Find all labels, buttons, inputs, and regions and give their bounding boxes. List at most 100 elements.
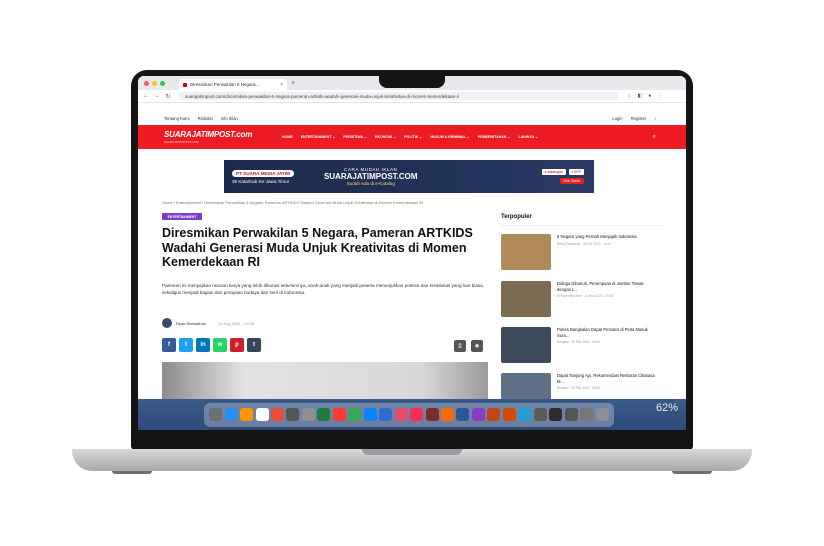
close-tab-icon[interactable]: × [280,82,283,88]
dock-app-icon[interactable] [410,408,424,421]
moon-icon[interactable]: ☾ [654,116,658,121]
dock-app-icon[interactable] [549,408,563,421]
dock-app-icon[interactable] [271,408,285,421]
dock-app-icon[interactable] [363,408,377,421]
article-title: Diresmikan Perwakilan 5 Negara, Pameran … [162,226,473,269]
tab-title: Diresmikan Perwakilan 5 Negara... [190,82,260,87]
dock-app-icon[interactable] [595,408,609,421]
zoom-window-button[interactable] [160,80,165,86]
text-size-icon[interactable]: ◉ [471,340,483,352]
banner-cta-button[interactable]: Klik Disini [559,178,584,184]
banner-company: PT SUARA MEDIA JATIM [232,169,294,177]
screen: Diresmikan Perwakilan 5 Negara... × + ← … [138,76,686,430]
popular-meta: Redaksi · 09 Feb 2024 - 08:00 [557,340,601,344]
pinterest-icon[interactable]: p [230,338,244,352]
article-image [162,362,488,402]
popular-thumb [501,281,551,317]
search-icon[interactable]: ⌕ [653,134,656,141]
nav-politik[interactable]: POLITIK ⌄ [404,135,422,139]
camera-notch [379,74,445,88]
popular-title[interactable]: Dapat Tanjung Api, Rekomendasi Restoran … [557,373,657,384]
whatsapp-icon[interactable]: w [213,338,227,352]
browser-tab[interactable]: Diresmikan Perwakilan 5 Negara... × [179,79,287,90]
laptop-foot-right [672,471,712,474]
article-excerpt: Pameran ini menyajikan ratusan karya yan… [162,283,485,295]
back-icon[interactable]: ← [143,93,149,99]
nav-peristiwa[interactable]: PERISTIWA ⌄ [343,135,367,139]
register-link[interactable]: Register [631,116,647,121]
nav-lainnya[interactable]: LAINNYA ⌄ [519,135,539,139]
popular-item[interactable]: Diduga Dibunuh, Perempuan di Jember Tewa… [501,281,671,319]
bookmark-star-icon[interactable]: ☆ [627,93,631,99]
popular-meta: Retno Setyowati · 06 Oct 2023 - 14:00 [557,241,612,246]
main-navigation: SUARAJATIMPOST.com SUARAJATIMPOST.COM HO… [138,125,686,149]
dock [204,402,614,427]
dock-app-icon[interactable] [502,408,516,421]
nav-home[interactable]: HOME [282,135,293,139]
facebook-icon[interactable]: f [162,338,176,352]
dock-app-icon[interactable] [425,408,439,421]
top-link-redaksi[interactable]: Redaksi [198,116,213,121]
banner-subheadline: Sudah Ada di e-Katalog [346,181,395,186]
dock-app-icon[interactable] [224,408,238,421]
dock-app-icon[interactable] [379,408,393,421]
dock-app-icon[interactable] [332,408,346,421]
dock-app-icon[interactable] [240,408,254,421]
site-logo[interactable]: SUARAJATIMPOST.com SUARAJATIMPOST.COM [164,130,266,144]
ad-banner[interactable]: PT SUARA MEDIA JATIM 38 Kota/Kab Se-Jawa… [224,160,594,193]
lkpp-logo: LKPP [569,169,584,175]
popular-title[interactable]: Polres Bangkalan Dapat Pemotor di Pinta … [557,327,657,338]
avatar[interactable] [162,318,172,328]
extensions-icon[interactable]: ◧ [637,93,642,99]
popular-thumb [501,327,551,363]
linkedin-icon[interactable]: in [196,338,210,352]
dock-app-icon[interactable] [518,408,532,421]
twitter-icon[interactable]: t [179,338,193,352]
nav-entertainment[interactable]: ENTERTAINMENT ⌄ [301,135,336,139]
browser-actions: ☆ ◧ ● ⋮ [627,93,662,99]
dock-app-icon[interactable] [580,408,594,421]
popular-item[interactable]: Polres Bangkalan Dapat Pemotor di Pinta … [501,327,671,365]
close-window-button[interactable] [144,80,149,86]
popular-title[interactable]: 6 Negara yang Pernah Menjajah Indonesia [557,234,657,240]
print-icon[interactable]: ⎙ [454,340,466,352]
dock-app-icon[interactable] [209,408,223,421]
dock-app-icon[interactable] [564,408,578,421]
breadcrumb[interactable]: Home / Entertainment / Diresmikan Perwak… [162,200,602,205]
dock-app-icon[interactable] [394,408,408,421]
dock-app-icon[interactable] [301,408,315,421]
dock-app-icon[interactable] [533,408,547,421]
laptop-groove [362,449,462,455]
new-tab-button[interactable]: + [291,80,295,87]
author-name[interactable]: Ryan Ramadhan [176,321,206,326]
profile-icon[interactable]: ● [648,93,651,99]
nav-hukum[interactable]: HUKUM & KRIMINAL ⌄ [430,135,469,139]
dock-app-icon[interactable] [456,408,470,421]
dock-app-icon[interactable] [255,408,269,421]
dock-app-icon[interactable] [348,408,362,421]
dock-app-icon[interactable] [317,408,331,421]
category-badge[interactable]: ENTERTAINMENT [162,213,202,220]
forward-icon[interactable]: → [154,93,160,99]
top-link-about[interactable]: Tentang Kami [164,116,190,121]
top-link-ads[interactable]: Info Iklan [221,116,238,121]
dock-app-icon[interactable] [487,408,501,421]
dock-app-icon[interactable] [286,408,300,421]
popular-meta: Redaksi · 09 Feb 2024 - 08:00 [557,386,601,390]
macos-dock-area: 62% [138,399,686,430]
login-link[interactable]: Login [612,116,622,121]
dock-app-icon[interactable] [441,408,455,421]
dock-app-icon[interactable] [471,408,485,421]
logo-text: SUARAJATIMPOST.com [164,130,253,139]
menu-icon[interactable]: ⋮ [657,93,662,99]
popular-item[interactable]: 6 Negara yang Pernah Menjajah Indonesia … [501,234,671,272]
nav-pemerintahan[interactable]: PEMERINTAHAN ⌄ [478,135,511,139]
share-buttons: f t in w p t [162,338,261,352]
popular-title[interactable]: Diduga Dibunuh, Perempuan di Jember Tewa… [557,281,657,292]
article-tools: ⎙ ◉ [454,340,483,352]
nav-ekonomi[interactable]: EKONOMI ⌄ [375,135,396,139]
address-bar[interactable]: suarajatimpost.com/diresmikan-perwakilan… [179,92,619,100]
tumblr-icon[interactable]: t [247,338,261,352]
minimize-window-button[interactable] [152,80,157,86]
reload-icon[interactable]: ↻ [165,93,171,100]
